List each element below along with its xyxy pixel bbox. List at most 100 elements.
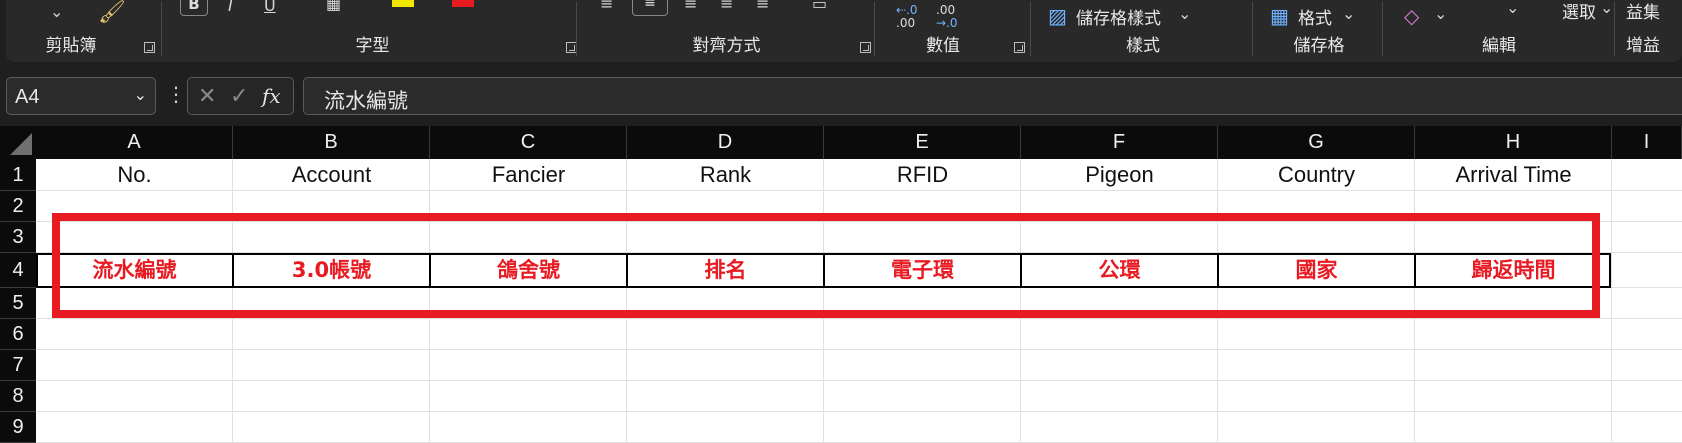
enter-icon[interactable]: ✓ [230,84,248,109]
column-header-h[interactable]: H [1415,126,1612,159]
cell-g1[interactable]: Country [1218,159,1415,191]
formula-controls: ✕ ✓ fx [187,77,294,115]
cancel-icon[interactable]: ✕ [198,84,216,109]
styles-group: ▨ 儲存格樣式 ⌄ 樣式 [1034,0,1252,62]
select-chevron-icon[interactable]: ⌄ [1600,0,1613,17]
cells-group: ▦ 格式 ⌄ 儲存格 [1256,0,1382,62]
font-group-label: 字型 [355,36,390,56]
paste-dropdown-chevron-icon[interactable]: ⌄ [50,2,63,21]
ribbon-separator [161,2,162,56]
column-header-i[interactable]: I [1612,126,1682,159]
more-options-icon[interactable]: ⋮ [166,82,186,106]
align-middle-button[interactable]: ≡ [632,0,668,16]
row-header-8[interactable]: 8 [0,381,36,412]
cell-styles-chevron-icon[interactable]: ⌄ [1178,4,1191,23]
ribbon: ⌄ 🖌 剪貼簿 B I U ▦ 字型 ≡ ≡ ≡ ≡ ≡ ▭ 對齊方式 ⇠.0 … [0,0,1682,68]
format-painter-icon[interactable]: 🖌 [98,0,126,25]
insert-function-button[interactable]: fx [262,84,281,108]
row-header-6[interactable]: 6 [0,319,36,350]
increase-decimal-top: .0 [906,3,918,17]
sort-chevron-icon[interactable]: ⌄ [1506,0,1519,17]
editing-group: ◇ ⌄ ⌄ 選取 ⌄ 編輯 [1386,0,1613,62]
cell-styles-button[interactable]: 儲存格樣式 [1076,4,1161,29]
cell-d1[interactable]: Rank [627,159,824,191]
cell-e1[interactable]: RFID [824,159,1021,191]
ribbon-separator [1614,2,1615,56]
grid-column-line [1611,159,1612,443]
row-header-3[interactable]: 3 [0,222,36,253]
underline-button[interactable]: U [264,0,276,15]
cell-b1[interactable]: Account [233,159,430,191]
increase-decimal-bottom: .00 [896,16,916,30]
ribbon-separator [1030,2,1031,56]
number-group-label: 數值 [926,36,960,56]
fill-color-icon[interactable] [392,0,414,7]
formula-bar: A4 ⌄ ⋮ ✕ ✓ fx 流水編號 [0,68,1682,126]
format-button[interactable]: 格式 [1298,4,1332,29]
cell-styles-icon[interactable]: ▨ [1048,4,1067,28]
alignment-launcher-icon[interactable] [860,42,871,53]
row-header-5[interactable]: 5 [0,288,36,319]
clipboard-group: ⌄ 🖌 剪貼簿 [6,0,161,62]
styles-group-label: 樣式 [1126,36,1160,56]
align-bottom-icon[interactable]: ≡ [684,0,697,13]
row-header-7[interactable]: 7 [0,350,36,381]
align-top-icon[interactable]: ≡ [600,0,613,13]
addins-group-label: 增益 [1626,36,1660,56]
column-header-e[interactable]: E [824,126,1021,159]
bold-button[interactable]: B [180,0,208,16]
row-header-1[interactable]: 1 [0,159,36,191]
clipboard-launcher-icon[interactable] [144,42,155,53]
number-launcher-icon[interactable] [1014,42,1025,53]
number-group: ⇠.0 .00 .00 →.0 數值 [878,0,1030,62]
column-header-f[interactable]: F [1021,126,1218,159]
grid-row-line [36,349,1682,350]
cell-f1[interactable]: Pigeon [1021,159,1218,191]
row-header-4[interactable]: 4 [0,253,36,288]
increase-decimal-button[interactable]: ⇠.0 .00 [896,4,918,30]
cell-h1[interactable]: Arrival Time [1415,159,1612,191]
grid-row-line [36,411,1682,412]
formula-value: 流水編號 [324,89,408,113]
row-header-2[interactable]: 2 [0,191,36,222]
formula-input[interactable]: 流水編號 [303,77,1682,115]
name-box-chevron-icon[interactable]: ⌄ [134,85,147,104]
cell-a1[interactable]: No. [36,159,233,191]
ribbon-separator [576,2,577,56]
clipboard-group-label: 剪貼簿 [45,36,97,56]
border-icon[interactable]: ▦ [326,0,341,13]
format-chevron-icon[interactable]: ⌄ [1342,4,1355,23]
select-all-corner[interactable] [0,126,36,159]
format-icon[interactable]: ▦ [1270,4,1289,28]
ribbon-separator [874,2,875,56]
merge-cells-icon[interactable]: ▭ [812,0,827,13]
align-left-icon[interactable]: ≡ [720,0,733,13]
decrease-decimal-bottom: →.0 [936,16,958,30]
italic-button[interactable]: I [228,0,233,15]
clear-eraser-icon[interactable]: ◇ [1404,4,1419,28]
name-box-value: A4 [15,86,40,108]
font-color-icon[interactable] [452,0,474,7]
cells-group-label: 儲存格 [1293,36,1345,56]
row-header-9[interactable]: 9 [0,412,36,443]
grid-row-line [36,318,1682,319]
decrease-decimal-button[interactable]: .00 →.0 [936,4,958,30]
column-header-g[interactable]: G [1218,126,1415,159]
font-group: B I U ▦ 字型 [166,0,579,62]
column-header-c[interactable]: C [430,126,627,159]
column-header-d[interactable]: D [627,126,824,159]
addins-button[interactable]: 益集 [1626,0,1660,23]
column-header-b[interactable]: B [233,126,430,159]
column-header-a[interactable]: A [36,126,233,159]
alignment-group-label: 對齊方式 [692,36,761,56]
ribbon-separator [1382,2,1383,56]
align-center-icon[interactable]: ≡ [756,0,769,13]
cell-c1[interactable]: Fancier [430,159,627,191]
clear-chevron-icon[interactable]: ⌄ [1434,4,1447,23]
addins-group: 益集 增益 [1618,0,1682,62]
grid-row-line [36,380,1682,381]
select-button[interactable]: 選取 [1562,0,1596,23]
ribbon-panel: ⌄ 🖌 剪貼簿 B I U ▦ 字型 ≡ ≡ ≡ ≡ ≡ ▭ 對齊方式 ⇠.0 … [6,0,1682,62]
ribbon-separator [1252,2,1253,56]
name-box[interactable]: A4 ⌄ [6,77,156,115]
